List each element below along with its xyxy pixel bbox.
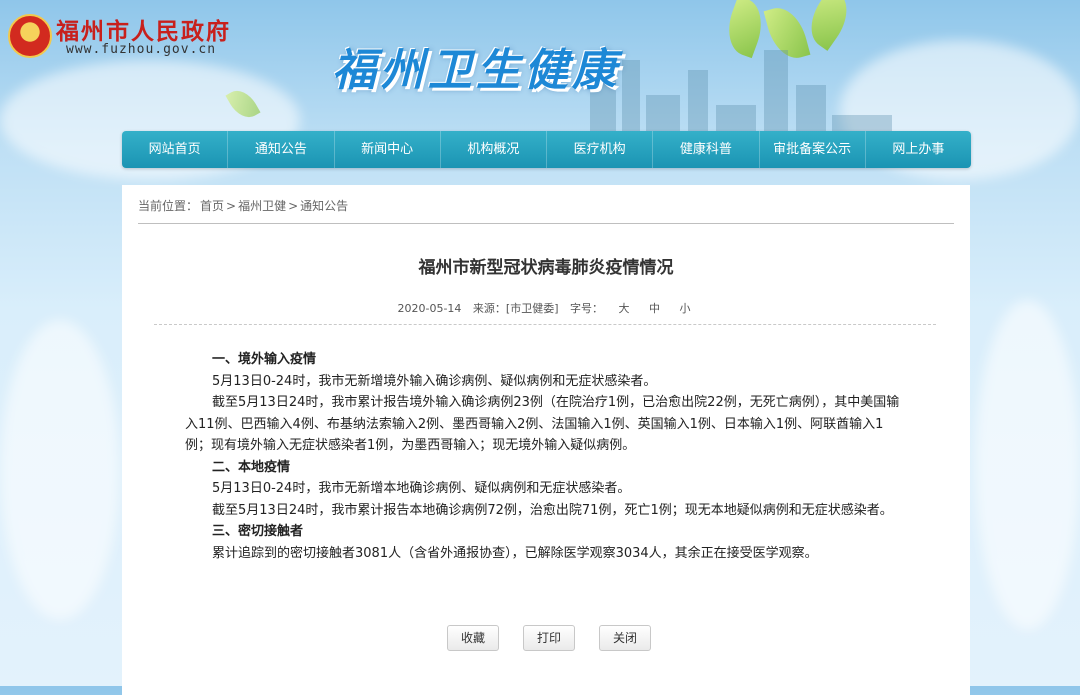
- nav-notices[interactable]: 通知公告: [228, 131, 335, 168]
- nav-approvals[interactable]: 审批备案公示: [760, 131, 866, 168]
- content-panel: 当前位置： 首页 > 福州卫健 > 通知公告 福州市新型冠状病毒肺炎疫情情况 2020-0…: [122, 185, 970, 695]
- breadcrumb-section[interactable]: 福州卫健: [238, 199, 286, 213]
- article-title: 福州市新型冠状病毒肺炎疫情情况: [418, 258, 674, 278]
- article-body: 一、境外输入疫情 5月13日0-24时，我市无新增境外输入确诊病例、疑似病例和无…: [185, 349, 905, 564]
- breadcrumb-separator: >: [226, 199, 237, 213]
- paragraph: 5月13日0-24时，我市无新增境外输入确诊病例、疑似病例和无症状感染者。: [212, 373, 657, 389]
- favorite-button[interactable]: 收藏: [447, 625, 499, 651]
- nav-about[interactable]: 机构概况: [441, 131, 547, 168]
- section-heading: 二、本地疫情: [212, 459, 291, 475]
- paragraph: 截至5月13日24时，我市累计报告境外输入确诊病例23例（在院治疗1例，已治愈出…: [185, 395, 900, 453]
- section-heading: 一、境外输入疫情: [212, 352, 317, 367]
- main-nav: 网站首页 通知公告 新闻中心 机构概况 医疗机构 健康科普 审批备案公示 网上办…: [122, 131, 971, 168]
- site-title: 福州卫生健康: [332, 45, 620, 96]
- nav-online-services[interactable]: 网上办事: [866, 131, 971, 168]
- font-size-large-button[interactable]: 大: [619, 302, 630, 315]
- paragraph: 5月13日0-24时，我市无新增本地确诊病例、疑似病例和无症状感染者。: [212, 481, 631, 496]
- paragraph: 截至5月13日24时，我市累计报告本地确诊病例72例，治愈出院71例，死亡1例；…: [212, 502, 893, 518]
- breadcrumb-separator: >: [288, 199, 299, 213]
- breadcrumb-home[interactable]: 首页: [200, 199, 224, 213]
- background-cloud: [0, 320, 120, 620]
- divider: [154, 324, 936, 325]
- divider: [138, 223, 954, 224]
- gov-site-url[interactable]: www.fuzhou.gov.cn: [66, 42, 216, 57]
- print-button[interactable]: 打印: [523, 625, 575, 651]
- section-heading: 三、密切接触者: [212, 524, 304, 539]
- article-source: 来源：[市卫健委]: [472, 302, 559, 315]
- close-button[interactable]: 关闭: [599, 625, 651, 651]
- nav-health-education[interactable]: 健康科普: [653, 131, 760, 168]
- font-size-medium-button[interactable]: 中: [649, 302, 660, 315]
- breadcrumb: 当前位置： 首页 > 福州卫健 > 通知公告: [138, 197, 350, 214]
- background-cloud: [975, 300, 1080, 630]
- article-actions: 收藏 打印 关闭: [447, 625, 651, 651]
- nav-news[interactable]: 新闻中心: [335, 131, 441, 168]
- breadcrumb-current[interactable]: 通知公告: [300, 199, 348, 213]
- nav-medical-institutions[interactable]: 医疗机构: [547, 131, 654, 168]
- gov-site-name[interactable]: 福州市人民政府: [56, 12, 231, 46]
- font-size-label: 字号：: [570, 302, 604, 315]
- national-emblem-icon: [8, 14, 52, 58]
- article-date: 2020-05-14: [397, 302, 462, 315]
- font-size-small-button[interactable]: 小: [680, 302, 691, 315]
- nav-home[interactable]: 网站首页: [122, 131, 229, 168]
- article-meta: 2020-05-14 来源：[市卫健委] 字号： 大 中 小: [122, 300, 970, 316]
- paragraph: 累计追踪到的密切接触者3081人（含省外通报协查），已解除医学观察3034人，其…: [212, 545, 818, 561]
- breadcrumb-prefix: 当前位置：: [138, 199, 199, 213]
